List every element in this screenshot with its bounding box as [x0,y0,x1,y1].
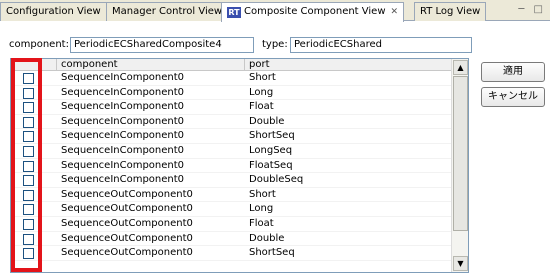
tab-manager-control-view[interactable]: Manager Control View [106,2,229,21]
table-row[interactable]: SequenceOutComponent0 ShortSeq [11,246,452,261]
row-checkbox[interactable] [23,204,34,216]
port-cell: FloatSeq [249,159,293,171]
table-body: SequenceInComponent0 Short SequenceInCompo… [11,71,452,261]
table-row[interactable]: SequenceInComponent0 Float [11,100,452,115]
port-cell: Long [249,203,274,215]
row-checkbox[interactable] [23,116,34,128]
component-cell: SequenceInComponent0 [61,72,185,83]
column-header-component[interactable]: component [57,59,245,71]
table-row[interactable]: SequenceInComponent0 LongSeq [11,144,452,159]
port-table: component port SequenceInComponent0 Short… [10,58,469,273]
table-row[interactable]: SequenceInComponent0 Double [11,115,452,130]
row-checkbox[interactable] [23,189,34,201]
port-cell: Double [249,232,285,244]
table-header: component port [11,59,452,71]
row-checkbox[interactable] [23,102,34,114]
view-tab-bar: Configuration View Manager Control View … [0,0,550,22]
port-cell: ShortSeq [249,247,295,259]
row-checkbox[interactable] [23,131,34,143]
component-cell: SequenceOutComponent0 [61,203,193,215]
port-cell: Float [249,217,274,229]
component-cell: SequenceInComponent0 [61,144,185,156]
row-checkbox[interactable] [23,233,34,245]
vertical-scrollbar[interactable]: ▲ ▼ [451,59,468,272]
component-cell: SequenceInComponent0 [61,115,185,127]
type-label: type: [262,39,288,50]
component-cell: SequenceInComponent0 [61,174,185,186]
component-cell: SequenceOutComponent0 [61,232,193,244]
row-checkbox[interactable] [23,248,34,260]
table-row[interactable]: SequenceInComponent0 FloatSeq [11,159,452,174]
table-row[interactable]: SequenceOutComponent0 Short [11,188,452,203]
component-cell: SequenceOutComponent0 [61,188,193,200]
port-cell: Short [249,188,276,200]
rt-icon: RT [227,7,241,18]
port-cell: Double [249,115,285,127]
port-cell: Float [249,101,274,113]
component-cell: SequenceInComponent0 [61,159,185,171]
tab-rt-log-view[interactable]: RT Log View [414,2,487,21]
cancel-button[interactable]: キャンセル [481,87,545,107]
scroll-thumb[interactable] [453,76,468,231]
table-row[interactable]: SequenceInComponent0 ShortSeq [11,129,452,144]
type-field[interactable]: PeriodicECShared [290,37,472,53]
table-row[interactable]: SequenceInComponent0 Long [11,86,452,101]
table-row[interactable]: SequenceOutComponent0 Long [11,202,452,217]
tab-composite-component-view[interactable]: RT Composite Component View ✕ [221,2,405,22]
table-row[interactable]: SequenceInComponent0 Short [11,71,452,86]
column-header-check[interactable] [11,59,57,71]
component-cell: SequenceOutComponent0 [61,247,193,259]
row-checkbox[interactable] [23,145,34,157]
port-cell: ShortSeq [249,130,295,142]
port-cell: Long [249,86,274,98]
scroll-up-icon[interactable]: ▲ [453,60,468,75]
component-cell: SequenceOutComponent0 [61,217,193,229]
row-checkbox[interactable] [23,73,34,84]
tab-configuration-view[interactable]: Configuration View [0,2,107,21]
column-header-port[interactable]: port [245,59,452,71]
component-cell: SequenceInComponent0 [61,86,185,98]
component-field[interactable]: PeriodicECSharedComposite4 [70,37,254,53]
row-checkbox[interactable] [23,218,34,230]
apply-button[interactable]: 適用 [481,62,545,82]
row-checkbox[interactable] [23,175,34,187]
table-row[interactable]: SequenceOutComponent0 Float [11,217,452,232]
component-label: component: [9,39,69,50]
scroll-down-icon[interactable]: ▼ [453,256,468,271]
port-cell: Short [249,72,276,83]
port-cell: DoubleSeq [249,174,304,186]
table-row[interactable]: SequenceOutComponent0 Double [11,232,452,247]
composite-component-view: component: PeriodicECSharedComposite4 ty… [0,21,550,273]
minimize-maximize-icons[interactable]: ─ □ [518,4,546,15]
port-cell: LongSeq [249,144,293,156]
row-checkbox[interactable] [23,87,34,99]
component-cell: SequenceInComponent0 [61,130,185,142]
table-row[interactable]: SequenceInComponent0 DoubleSeq [11,173,452,188]
row-checkbox[interactable] [23,160,34,172]
component-cell: SequenceInComponent0 [61,101,185,113]
close-icon[interactable]: ✕ [391,7,399,17]
